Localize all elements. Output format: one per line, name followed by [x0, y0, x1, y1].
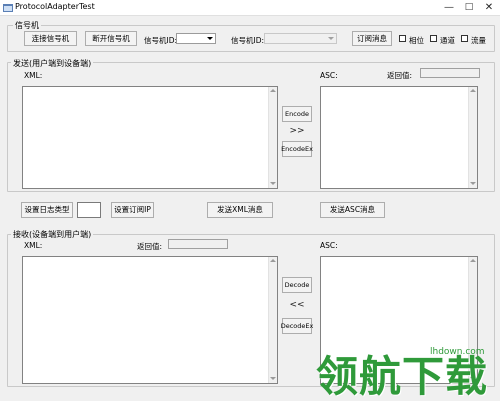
subscribe-message-button[interactable]: 订阅消息	[352, 31, 392, 46]
scroll-down-icon[interactable]	[469, 180, 477, 188]
scrollbar[interactable]	[468, 87, 477, 188]
scrollbar[interactable]	[268, 257, 277, 383]
receive-return-field	[168, 239, 228, 249]
decodeex-button[interactable]: DecodeEx	[281, 318, 313, 334]
encodeex-button[interactable]: EncodeEx	[281, 141, 313, 157]
flow-checkbox[interactable]	[461, 35, 468, 42]
receive-xml-label: XML:	[24, 241, 43, 250]
scroll-up-icon[interactable]	[269, 257, 277, 265]
receive-group-label: 接收(设备端到用户端)	[11, 229, 94, 240]
log-type-input[interactable]	[77, 202, 101, 218]
signal-id2-dropdown[interactable]	[264, 33, 337, 44]
signal-id-label: 信号机ID:	[144, 36, 178, 45]
connect-signal-button[interactable]: 连接信号机	[24, 31, 77, 46]
window-title: ProtocolAdapterTest	[15, 2, 95, 11]
minimize-button[interactable]: —	[440, 0, 458, 15]
set-log-type-button[interactable]: 设置日志类型	[21, 202, 73, 218]
close-button[interactable]: ✕	[480, 0, 498, 15]
scroll-up-icon[interactable]	[469, 257, 477, 265]
decode-arrow-icon: <<	[289, 300, 305, 310]
receive-return-label: 返回值:	[137, 242, 163, 251]
title-bar: ProtocolAdapterTest — □ ✕	[0, 0, 500, 16]
send-return-label: 返回值:	[387, 71, 413, 80]
scrollbar[interactable]	[268, 87, 277, 188]
encode-button[interactable]: Encode	[282, 106, 312, 122]
scroll-up-icon[interactable]	[469, 87, 477, 95]
send-asc-message-button[interactable]: 发送ASC消息	[320, 202, 385, 218]
chevron-down-icon	[326, 35, 335, 42]
decode-button[interactable]: Decode	[282, 277, 312, 293]
send-asc-label: ASC:	[320, 71, 338, 80]
watermark-logo: 领航下载	[316, 352, 489, 401]
channel-checkbox-label: 通道	[440, 36, 455, 45]
send-return-field	[420, 68, 480, 78]
maximize-button[interactable]: □	[460, 0, 478, 15]
send-group-label: 发送(用户端到设备端)	[11, 58, 94, 69]
flow-checkbox-label: 流量	[471, 36, 486, 45]
send-xml-message-button[interactable]: 发送XML消息	[207, 202, 273, 218]
send-xml-textarea[interactable]	[22, 86, 278, 189]
receive-asc-label: ASC:	[320, 241, 338, 250]
send-xml-label: XML:	[24, 71, 43, 80]
app-icon	[3, 3, 13, 13]
scroll-down-icon[interactable]	[269, 375, 277, 383]
signal-id2-label: 信号机ID:	[231, 36, 265, 45]
encode-arrow-icon: >>	[289, 126, 305, 136]
receive-xml-textarea[interactable]	[22, 256, 278, 384]
channel-checkbox[interactable]	[430, 35, 437, 42]
scroll-down-icon[interactable]	[269, 180, 277, 188]
phase-checkbox[interactable]	[399, 35, 406, 42]
set-subscribe-ip-button[interactable]: 设置订阅IP	[111, 202, 154, 218]
signal-id-dropdown[interactable]	[176, 33, 216, 44]
send-asc-textarea[interactable]	[320, 86, 478, 189]
signal-group-label: 信号机	[13, 20, 41, 31]
scroll-up-icon[interactable]	[269, 87, 277, 95]
phase-checkbox-label: 相位	[409, 36, 424, 45]
chevron-down-icon	[205, 35, 214, 42]
disconnect-signal-button[interactable]: 断开信号机	[85, 31, 137, 46]
